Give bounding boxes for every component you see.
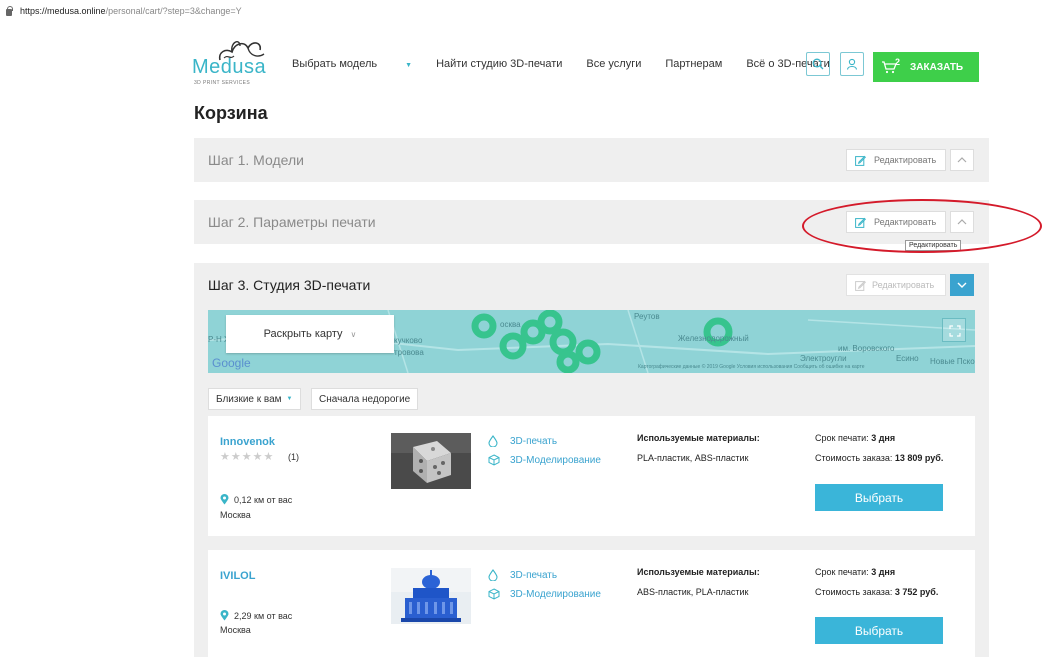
nav-choose-model[interactable]: Выбрать модель ▼ [292, 58, 412, 70]
nav-all-services[interactable]: Все услуги [586, 58, 641, 70]
edit-icon [855, 280, 866, 291]
drop-icon [488, 569, 498, 581]
studio-city: Москва [220, 625, 251, 635]
search-icon [812, 58, 824, 70]
chevron-down-icon: ▼ [286, 396, 293, 402]
step-2-title[interactable]: Шаг 2. Параметры печати [208, 214, 376, 230]
service-3d-modeling[interactable]: 3D-Моделирование [488, 454, 601, 466]
service-3d-print[interactable]: 3D-печать [488, 435, 557, 447]
studio-card: IVILOL 2,29 км от вас Москва 3D-печать 3… [208, 550, 975, 657]
nav-find-studio[interactable]: Найти студию 3D-печати [436, 58, 562, 70]
main-nav: Выбрать модель ▼ Найти студию 3D-печати В… [292, 58, 854, 70]
nav-partners[interactable]: Партнерам [665, 58, 722, 70]
step-1-panel: Шаг 1. Модели Редактировать [194, 138, 989, 182]
chevron-up-icon [957, 157, 967, 163]
map-copyright[interactable]: Картографические данные © 2019 Google Ус… [638, 364, 865, 370]
order-button[interactable]: 2 ЗАКАЗАТЬ [873, 52, 979, 82]
address-bar[interactable]: https://medusa.online/personal/cart/?ste… [0, 0, 1060, 22]
chevron-down-icon [957, 282, 967, 288]
studios-map[interactable]: Р-Н ХАМ кучково тровова осква Реутов Жел… [208, 310, 975, 373]
print-term: Срок печати: 3 дня [815, 567, 896, 577]
annotation-ellipse [802, 199, 1042, 253]
studio-name[interactable]: Innovenok [220, 436, 275, 448]
sort-cheapest-button[interactable]: Сначала недорогие [311, 388, 419, 410]
choose-studio-button[interactable]: Выбрать [815, 484, 943, 511]
choose-studio-button[interactable]: Выбрать [815, 617, 943, 644]
step-1-collapse-button[interactable] [950, 149, 974, 171]
rating-count: (1) [288, 452, 299, 462]
lock-icon [6, 5, 13, 16]
cube-icon [488, 588, 500, 600]
materials-title: Используемые материалы: [637, 433, 760, 443]
location-pin-icon [220, 494, 229, 505]
edit-icon [855, 155, 866, 166]
studio-distance: 0,12 км от вас [220, 494, 292, 505]
service-3d-print[interactable]: 3D-печать [488, 569, 557, 581]
studio-name[interactable]: IVILOL [220, 570, 255, 582]
materials-title: Используемые материалы: [637, 567, 760, 577]
studio-photo[interactable] [391, 568, 471, 624]
expand-map-button[interactable]: Раскрыть карту ∨ [226, 315, 394, 353]
drop-icon [488, 435, 498, 447]
step-3-collapse-button[interactable] [950, 274, 974, 296]
account-button[interactable] [840, 52, 864, 76]
order-price: Стоимость заказа: 13 809 руб. [815, 453, 944, 463]
studio-card: Innovenok ★★★★★ (1) 0,12 км от вас Москв… [208, 416, 975, 536]
step-3-edit-button: Редактировать [846, 274, 946, 296]
studio-distance: 2,29 км от вас [220, 610, 292, 621]
order-price: Стоимость заказа: 3 752 руб. [815, 587, 939, 597]
print-term: Срок печати: 3 дня [815, 433, 896, 443]
cube-icon [488, 454, 500, 466]
materials-list: ABS-пластик, PLA-пластик [637, 587, 749, 597]
user-icon [846, 58, 858, 70]
studio-city: Москва [220, 510, 251, 520]
chevron-down-icon: ∨ [350, 329, 357, 339]
materials-list: PLA-пластик, ABS-пластик [637, 453, 749, 463]
order-label: ЗАКАЗАТЬ [910, 61, 964, 73]
logo-word: Medusa [192, 56, 267, 78]
fullscreen-button[interactable] [942, 318, 966, 342]
step-1-title[interactable]: Шаг 1. Модели [208, 152, 304, 168]
step-1-edit-button[interactable]: Редактировать [846, 149, 946, 171]
medusa-logo[interactable]: Medusa 3D PRINT SERVICES [192, 36, 282, 90]
fullscreen-icon [949, 325, 961, 337]
search-button[interactable] [806, 52, 830, 76]
step-3-title: Шаг 3. Студия 3D-печати [208, 277, 371, 293]
page-title: Корзина [194, 103, 268, 123]
location-pin-icon [220, 610, 229, 621]
google-logo: Google [212, 356, 251, 370]
sort-nearest-button[interactable]: Близкие к вам ▼ [208, 388, 301, 410]
rating-stars: ★★★★★ [220, 451, 275, 463]
chevron-down-icon: ▼ [405, 62, 413, 69]
logo-subtitle: 3D PRINT SERVICES [194, 80, 251, 86]
service-3d-modeling[interactable]: 3D-Моделирование [488, 588, 601, 600]
url-path: /personal/cart/?step=3&change=Y [105, 6, 242, 16]
cart-count-badge: 2 [895, 57, 901, 67]
site-header: Medusa 3D PRINT SERVICES Выбрать модель ▼… [192, 36, 982, 90]
url-host: https://medusa.online [20, 6, 106, 16]
studio-photo[interactable] [391, 433, 471, 489]
